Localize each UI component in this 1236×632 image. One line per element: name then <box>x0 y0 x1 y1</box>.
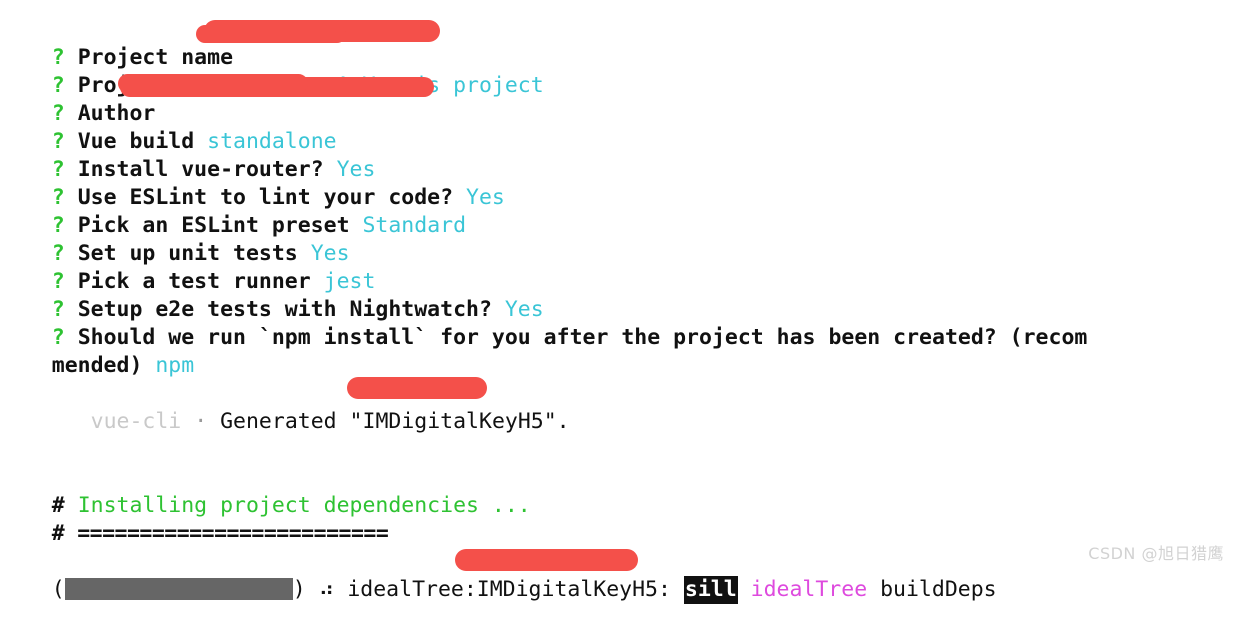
prompt-line-test-runner: ? Pick a test runner jest <box>0 240 1236 294</box>
npm-progress-line: () ⠴ idealTree:IMDigitalKeyH5: sill idea… <box>0 548 1236 604</box>
prompt-line-author: ? Author <box>0 72 1236 126</box>
npm-log-message: buildDeps <box>880 577 997 602</box>
prompt-line-e2e-tests: ? Setup e2e tests with Nightwatch? Yes <box>0 268 1236 322</box>
prompt-line-unit-tests: ? Set up unit tests Yes <box>0 212 1236 266</box>
progress-bar <box>64 578 293 600</box>
prompt-line-project-description: ? Project description A Vue.js project <box>0 44 1236 98</box>
progress-bar-fill <box>64 578 293 600</box>
npm-log-scope: idealTree <box>750 577 868 602</box>
prompt-line-npm-install-wrapped-1: ? Should we run `npm install` for you af… <box>0 296 1236 350</box>
paren-close: ) <box>292 577 306 602</box>
prompt-line-install-vue-router: ? Install vue-router? Yes <box>0 128 1236 182</box>
prompt-line-npm-install-wrapped-2: mended) npm <box>0 324 1236 378</box>
prompt-line-use-eslint: ? Use ESLint to lint your code? Yes <box>0 156 1236 210</box>
generated-project-line: vue-cli · Generated "IMDigitalKeyH5". <box>0 380 1236 434</box>
spinner-icon: ⠴ <box>318 577 335 602</box>
installing-dependencies-line: # Installing project dependencies ... <box>0 464 1236 518</box>
csdn-watermark: CSDN @旭日猎鹰 <box>1088 544 1224 563</box>
paren-open: ( <box>51 577 65 602</box>
prompt-line-eslint-preset: ? Pick an ESLint preset Standard <box>0 184 1236 238</box>
npm-log-path: idealTree:IMDigitalKeyH5: <box>347 577 671 602</box>
prompt-line-vue-build: ? Vue build standalone <box>0 100 1236 154</box>
prompt-line-project-name: ? Project name <box>0 16 1236 70</box>
installing-rule-line: # ========================= <box>0 492 1236 546</box>
terminal-output: ? Project name ? Project description A V… <box>0 0 1236 604</box>
npm-log-level-badge: sill <box>683 576 738 604</box>
